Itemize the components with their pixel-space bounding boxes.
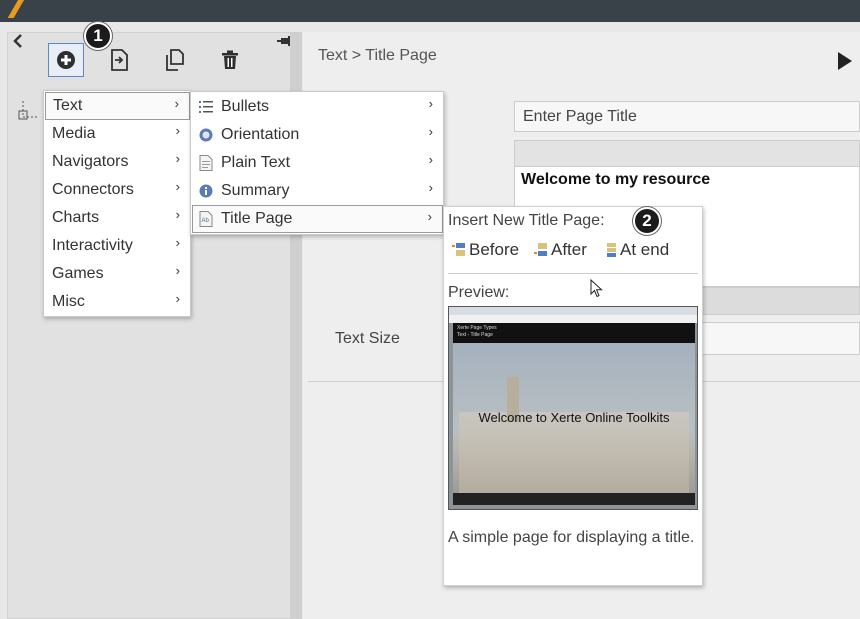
insert-heading: Insert New Title Page: xyxy=(448,212,605,229)
menu-item-label: Navigators xyxy=(52,153,129,170)
chevron-right-icon: › xyxy=(175,235,180,250)
info-icon xyxy=(199,128,213,142)
menu-item-label: Games xyxy=(52,265,104,282)
brand-mark xyxy=(7,0,27,18)
plus-circle-icon xyxy=(57,51,75,69)
insert-before-icon xyxy=(452,243,465,256)
duplicate-icon xyxy=(166,49,184,71)
submenu-item-label: Orientation xyxy=(221,126,300,143)
insert-at-end-icon xyxy=(607,243,616,257)
chevron-right-icon: › xyxy=(175,207,180,222)
preview-footer-bar xyxy=(453,493,695,505)
menu-item-charts[interactable]: Charts › xyxy=(45,204,190,232)
bullet-list-icon xyxy=(199,101,213,113)
menu-item-games[interactable]: Games › xyxy=(45,260,190,288)
menu-item-label: Media xyxy=(52,125,96,142)
menu-item-interactivity[interactable]: Interactivity › xyxy=(45,232,190,260)
insert-before-label: Before xyxy=(469,240,520,259)
chevron-right-icon: › xyxy=(427,209,432,224)
title-page-icon: Ab xyxy=(199,211,213,227)
chevron-right-icon: › xyxy=(175,151,180,166)
preview-header-line1: Xerte Page Types xyxy=(457,325,497,331)
menu-item-label: Text xyxy=(53,97,83,114)
submenu-item-summary[interactable]: Summary › xyxy=(192,177,443,205)
top-bar xyxy=(0,0,860,22)
preview-address-bar xyxy=(449,315,697,323)
submenu-item-label: Plain Text xyxy=(221,154,291,171)
chevron-right-icon: › xyxy=(175,179,180,194)
insert-page-icon xyxy=(111,49,128,71)
insert-after-icon xyxy=(534,243,547,256)
collapse-panel-button[interactable] xyxy=(12,33,26,53)
pin-icon xyxy=(277,36,290,46)
preview-header-line2: Text - Title Page xyxy=(457,332,493,338)
text-size-label: Text Size xyxy=(335,330,400,347)
step-badge-2: 2 xyxy=(633,207,661,235)
preview-header: Xerte Page Types Text - Title Page xyxy=(453,323,695,343)
delete-page-button[interactable] xyxy=(212,43,248,77)
breadcrumb: Text > Title Page xyxy=(318,47,437,64)
insert-page-button[interactable] xyxy=(101,43,137,77)
chevron-right-icon: › xyxy=(428,124,433,139)
insert-after-button[interactable]: After xyxy=(534,240,587,260)
preview-title-text: Welcome to Xerte Online Toolkits xyxy=(478,410,670,425)
submenu-item-label: Bullets xyxy=(221,98,270,115)
page-title-input[interactable]: Enter Page Title xyxy=(514,101,860,132)
chevron-left-icon xyxy=(13,34,22,48)
preview-label: Preview: xyxy=(448,284,510,301)
tree-node-icon xyxy=(18,101,38,120)
menu-item-label: Interactivity xyxy=(52,237,133,254)
menu-item-text[interactable]: Text › xyxy=(45,92,190,120)
menu-item-navigators[interactable]: Navigators › xyxy=(45,148,190,176)
chevron-right-icon: › xyxy=(175,291,180,306)
info-icon xyxy=(199,184,213,198)
pin-button[interactable] xyxy=(277,35,291,47)
insert-before-button[interactable]: Before xyxy=(452,240,519,260)
chevron-right-icon: › xyxy=(174,96,179,111)
menu-item-label: Connectors xyxy=(52,181,134,198)
page-type-description: A simple page for displaying a title. xyxy=(448,529,695,546)
submenu-item-plain-text[interactable]: Plain Text › xyxy=(192,149,443,177)
rich-text-toolbar[interactable] xyxy=(514,140,860,167)
insert-at-end-label: At end xyxy=(620,240,670,259)
preview-window-title xyxy=(449,307,697,315)
chevron-right-icon: › xyxy=(428,96,433,111)
step-badge-1: 1 xyxy=(84,22,112,50)
trash-icon xyxy=(222,50,238,69)
play-button[interactable] xyxy=(838,52,852,70)
submenu-item-orientation[interactable]: Orientation › xyxy=(192,121,443,149)
submenu-item-bullets[interactable]: Bullets › xyxy=(192,93,443,121)
menu-item-label: Charts xyxy=(52,209,100,226)
category-menu: Text › Media › Navigators › Connectors › Cha… xyxy=(43,90,191,317)
menu-item-media[interactable]: Media › xyxy=(45,120,190,148)
chevron-right-icon: › xyxy=(428,180,433,195)
flyout-divider xyxy=(448,273,698,274)
menu-item-label: Misc xyxy=(52,293,85,310)
menu-item-misc[interactable]: Misc › xyxy=(45,288,190,316)
insert-after-label: After xyxy=(551,240,587,259)
mouse-cursor-icon xyxy=(590,278,604,299)
document-icon xyxy=(199,155,213,171)
menu-item-connectors[interactable]: Connectors › xyxy=(45,176,190,204)
chevron-right-icon: › xyxy=(428,152,433,167)
duplicate-page-button[interactable] xyxy=(157,43,193,77)
preview-image: Xerte Page Types Text - Title Page Welco… xyxy=(448,306,698,510)
text-submenu: Bullets › Orientation › Plain Text › Sum… xyxy=(190,91,444,235)
submenu-item-label: Summary xyxy=(221,182,290,199)
add-page-button[interactable] xyxy=(48,43,84,77)
submenu-item-label: Title Page xyxy=(221,210,293,227)
chevron-right-icon: › xyxy=(175,263,180,278)
page-tree-icon[interactable] xyxy=(18,101,40,121)
svg-text:Ab: Ab xyxy=(202,218,210,224)
submenu-item-title-page[interactable]: Ab Title Page › xyxy=(192,205,443,233)
chevron-right-icon: › xyxy=(175,123,180,138)
insert-at-end-button[interactable]: At end xyxy=(603,240,669,260)
